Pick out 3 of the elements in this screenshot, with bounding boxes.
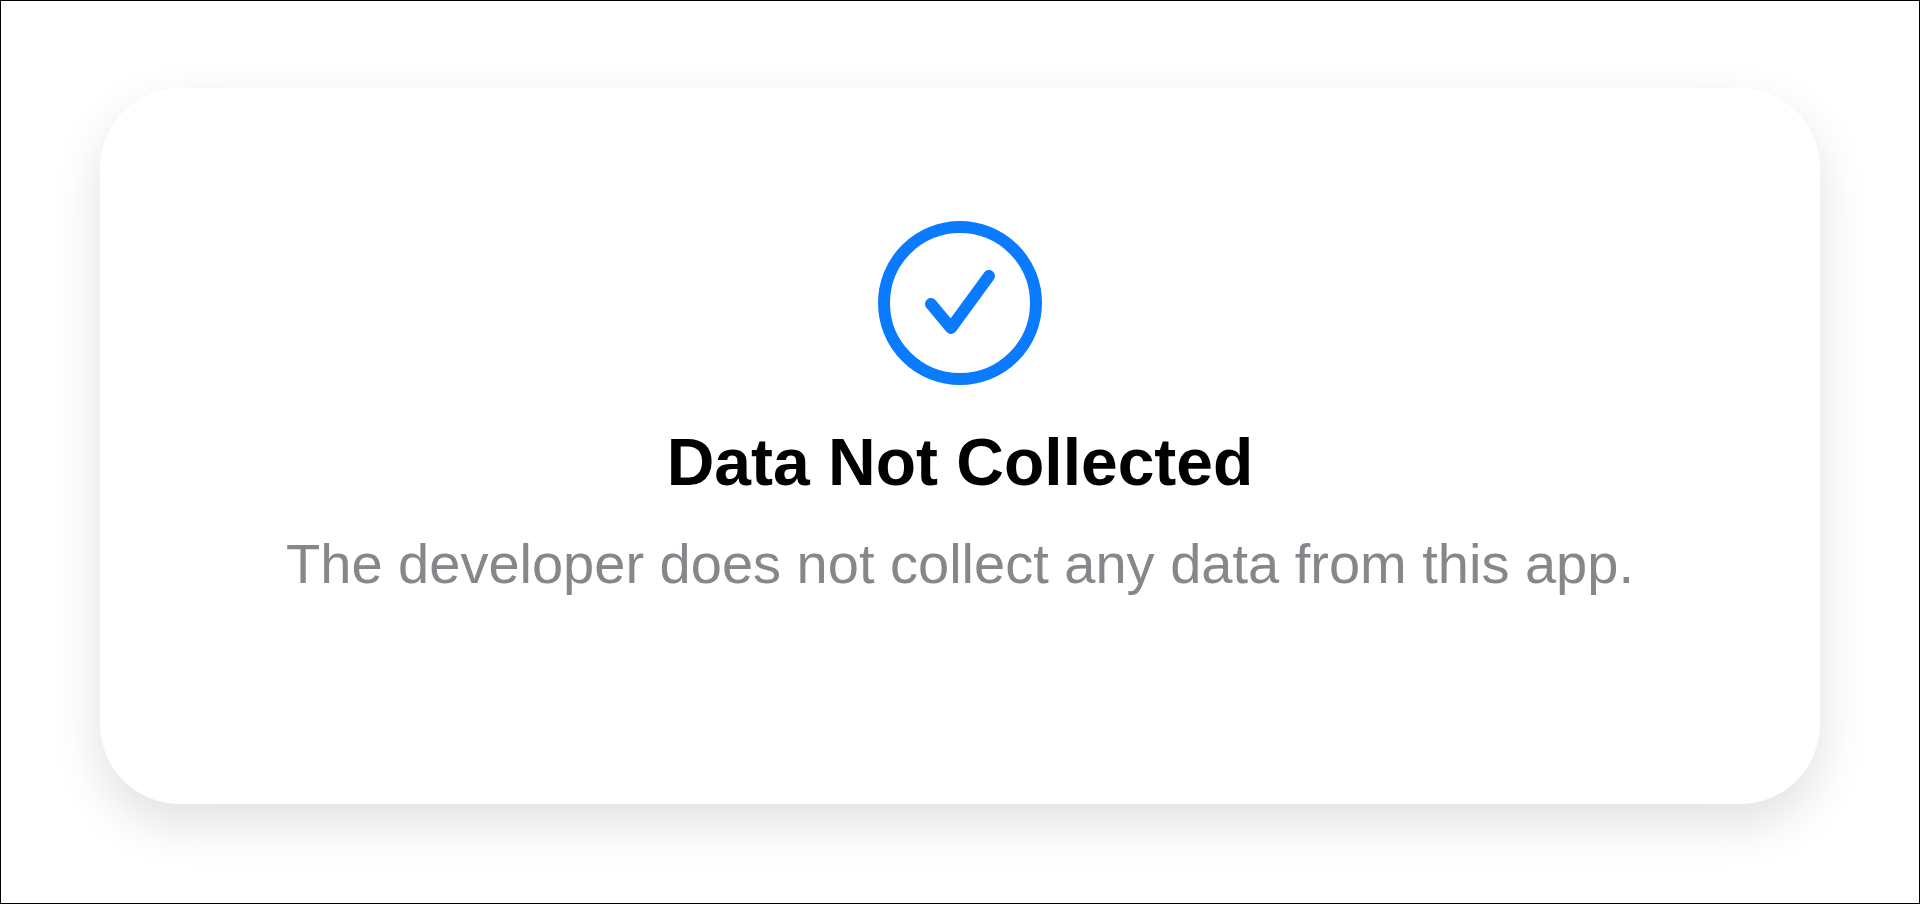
checkmark-circle-icon xyxy=(877,220,1043,386)
card-title: Data Not Collected xyxy=(666,424,1254,500)
card-description: The developer does not collect any data from this app. xyxy=(285,531,1635,597)
